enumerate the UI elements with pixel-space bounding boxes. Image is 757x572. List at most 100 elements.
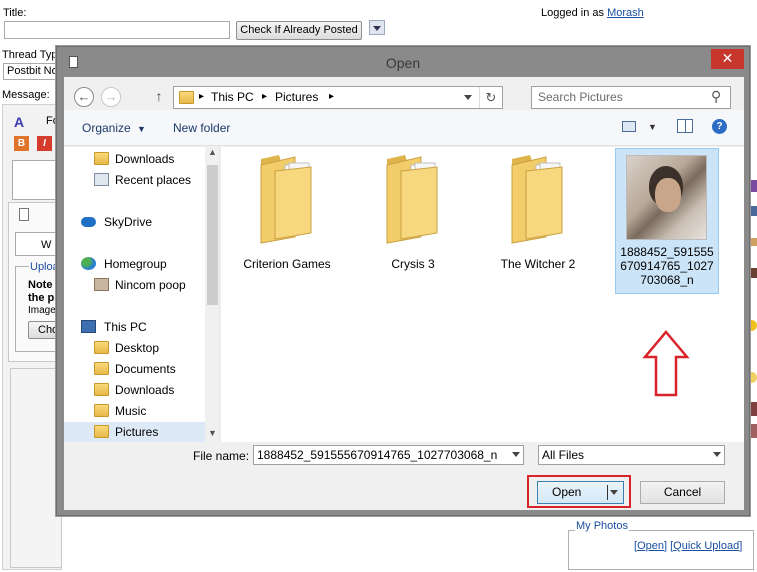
italic-icon[interactable]: I bbox=[37, 136, 52, 151]
new-folder-button[interactable]: New folder bbox=[173, 121, 230, 135]
lower-panel bbox=[10, 368, 62, 568]
image-label: Image bbox=[28, 305, 56, 316]
attachment-box bbox=[15, 232, 62, 256]
preview-pane-button[interactable] bbox=[677, 119, 693, 133]
file-name: Criterion Games bbox=[243, 257, 331, 271]
nav-item-downloads-top[interactable]: Downloads bbox=[64, 149, 205, 169]
message-label: Message: bbox=[2, 89, 50, 101]
folder-icon bbox=[260, 155, 312, 244]
options-dropdown-button[interactable] bbox=[369, 20, 385, 35]
up-button[interactable]: ↑ bbox=[152, 88, 166, 106]
skydrive-icon bbox=[81, 217, 96, 227]
address-bar[interactable]: ▸ This PC ▸ Pictures ▸ ↻ bbox=[173, 86, 503, 109]
back-button[interactable]: ← bbox=[74, 87, 94, 107]
nav-scrollbar[interactable]: ▲ ▼ bbox=[205, 147, 219, 442]
file-name-input[interactable]: 1888452_591555670914765_1027703068_n bbox=[253, 445, 524, 465]
music-folder-icon bbox=[94, 404, 109, 417]
nav-item-pictures[interactable]: Pictures bbox=[64, 422, 205, 442]
organize-label: Organize bbox=[82, 121, 131, 135]
help-button[interactable]: ? bbox=[712, 119, 727, 134]
user-icon bbox=[94, 278, 109, 291]
file-type-value: All Files bbox=[542, 448, 585, 462]
nav-item-nincom-poop[interactable]: Nincom poop bbox=[64, 275, 205, 295]
image-thumbnail bbox=[626, 155, 707, 240]
pictures-folder-icon bbox=[94, 425, 109, 438]
folder-icon bbox=[511, 155, 563, 244]
title-input[interactable] bbox=[4, 21, 230, 39]
downloads-folder-icon bbox=[94, 152, 109, 165]
nav-label: Desktop bbox=[115, 341, 160, 355]
file-item-criterion-games[interactable]: Criterion Games bbox=[235, 151, 339, 287]
close-button[interactable]: ✕ bbox=[711, 49, 744, 69]
history-dropdown-button[interactable] bbox=[458, 87, 478, 108]
scroll-down-icon[interactable]: ▼ bbox=[208, 428, 217, 438]
file-name: 1888452_591555670914765_1027703068_n bbox=[620, 245, 714, 287]
open-dropdown-chevron-icon[interactable] bbox=[610, 490, 618, 495]
file-item-selected-image[interactable]: 1888452_591555670914765_1027703068_n bbox=[615, 148, 719, 294]
file-list: Criterion Games Crysis 3 The Witcher 2 1… bbox=[221, 147, 744, 442]
dialog-titlebar[interactable]: Open ✕ bbox=[57, 47, 749, 77]
nav-item-documents[interactable]: Documents bbox=[64, 359, 205, 379]
my-photos-links: [Open] [Quick Upload] bbox=[634, 540, 743, 552]
quick-upload-link[interactable]: Quick Upload bbox=[673, 540, 739, 552]
folder-icon bbox=[386, 155, 438, 244]
chevron-down-icon bbox=[373, 26, 381, 31]
desktop-folder-icon bbox=[94, 341, 109, 354]
chevron-right-icon: ▸ bbox=[329, 91, 335, 102]
file-name-value: 1888452_591555670914765_1027703068_n bbox=[257, 448, 498, 462]
nav-label: Homegroup bbox=[104, 257, 167, 271]
organize-button[interactable]: Organize ▼ bbox=[82, 121, 146, 135]
thread-type-select[interactable]: Postbit No bbox=[3, 63, 59, 80]
computer-icon bbox=[81, 320, 96, 333]
file-item-crysis-3[interactable]: Crysis 3 bbox=[361, 151, 465, 287]
nav-item-homegroup[interactable]: Homegroup bbox=[64, 254, 205, 274]
nav-scroll-thumb[interactable] bbox=[207, 165, 218, 305]
breadcrumb-pictures[interactable]: Pictures bbox=[275, 90, 318, 104]
search-icon: ⚲ bbox=[711, 88, 722, 104]
homegroup-icon bbox=[81, 257, 96, 270]
change-view-button[interactable] bbox=[622, 121, 636, 132]
file-name: Crysis 3 bbox=[391, 257, 435, 271]
photo-face bbox=[655, 178, 681, 212]
message-textarea[interactable] bbox=[12, 160, 62, 200]
open-button[interactable]: Open bbox=[537, 481, 624, 504]
nav-label: Downloads bbox=[115, 383, 175, 397]
scroll-up-icon[interactable]: ▲ bbox=[208, 147, 217, 157]
file-type-select[interactable]: All Files bbox=[538, 445, 725, 465]
logged-in-text: Logged in as Morash bbox=[541, 7, 644, 19]
view-options-chevron-icon[interactable]: ▼ bbox=[648, 122, 657, 132]
file-item-the-witcher-2[interactable]: The Witcher 2 bbox=[486, 151, 590, 287]
format-icon[interactable]: A bbox=[14, 114, 32, 130]
username-link[interactable]: Morash bbox=[607, 7, 644, 19]
thread-type-label: Thread Typ bbox=[2, 49, 58, 61]
close-icon: ✕ bbox=[721, 50, 734, 66]
open-photos-link[interactable]: Open bbox=[637, 540, 664, 552]
back-arrow-icon: ← bbox=[77, 89, 91, 104]
search-box[interactable]: Search Pictures ⚲ bbox=[531, 86, 731, 109]
nav-item-skydrive[interactable]: SkyDrive bbox=[64, 212, 205, 232]
nav-label: This PC bbox=[104, 320, 147, 334]
chevron-down-icon[interactable] bbox=[512, 452, 520, 457]
folder-location-icon bbox=[179, 91, 194, 104]
bold-icon[interactable]: B bbox=[14, 136, 29, 151]
nav-label: Recent places bbox=[115, 173, 192, 187]
nav-item-recent-places[interactable]: Recent places bbox=[64, 170, 205, 190]
refresh-button[interactable]: ↻ bbox=[479, 87, 502, 108]
forward-button[interactable]: → bbox=[101, 87, 121, 107]
thread-type-value: Postbit No bbox=[7, 65, 58, 77]
breadcrumb-this-pc[interactable]: This PC bbox=[211, 90, 254, 104]
search-placeholder: Search Pictures bbox=[538, 90, 623, 104]
cancel-button[interactable]: Cancel bbox=[640, 481, 725, 504]
nav-item-downloads[interactable]: Downloads bbox=[64, 380, 205, 400]
open-split-divider bbox=[607, 485, 608, 500]
documents-folder-icon bbox=[94, 362, 109, 375]
preview-pane-icon bbox=[685, 120, 686, 132]
nav-label: Music bbox=[115, 404, 147, 418]
dialog-footer: File name: 1888452_591555670914765_10277… bbox=[64, 442, 744, 510]
check-posted-button[interactable]: Check If Already Posted bbox=[236, 21, 362, 40]
annotation-up-arrow bbox=[642, 330, 690, 397]
nav-item-this-pc[interactable]: This PC bbox=[64, 317, 205, 337]
nav-item-music[interactable]: Music bbox=[64, 401, 205, 421]
nav-item-desktop[interactable]: Desktop bbox=[64, 338, 205, 358]
file-name: The Witcher 2 bbox=[500, 257, 576, 271]
